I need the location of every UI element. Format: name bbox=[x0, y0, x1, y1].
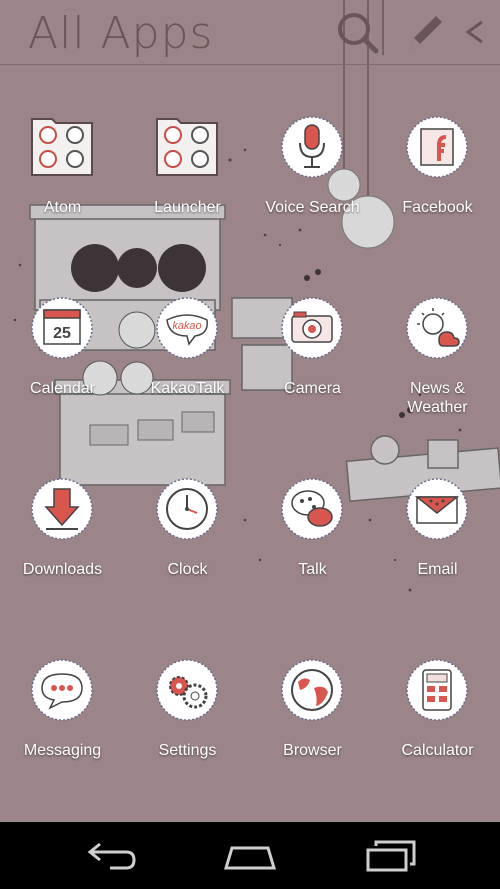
kakao-icon: kakao bbox=[155, 296, 219, 360]
app-label: Camera bbox=[284, 380, 341, 397]
clock-icon bbox=[155, 477, 219, 541]
globe-icon bbox=[280, 658, 344, 722]
app-label: Calendar bbox=[30, 380, 95, 397]
page-title: All Apps bbox=[28, 8, 214, 59]
app-atom[interactable]: Atom bbox=[0, 115, 125, 265]
speech-bubbles-icon bbox=[280, 477, 344, 541]
facebook-icon bbox=[405, 115, 469, 179]
back-button[interactable] bbox=[70, 832, 150, 880]
app-settings[interactable]: Settings bbox=[125, 658, 250, 808]
camera-icon bbox=[280, 296, 344, 360]
app-label: Launcher bbox=[154, 199, 221, 216]
kakao-wordmark: kakao bbox=[172, 320, 201, 332]
chevron-left-icon bbox=[465, 20, 483, 44]
search-icon bbox=[338, 13, 379, 54]
app-label: News & Weather bbox=[407, 380, 468, 416]
app-drawer-header: All Apps bbox=[0, 0, 500, 65]
envelope-icon bbox=[405, 477, 469, 541]
app-label: KakaoTalk bbox=[150, 380, 225, 397]
app-label: Email bbox=[417, 561, 458, 578]
app-label: Messaging bbox=[23, 742, 102, 759]
recent-apps-icon bbox=[366, 840, 416, 872]
home-button[interactable] bbox=[210, 832, 290, 880]
app-calculator[interactable]: Calculator bbox=[375, 658, 500, 808]
message-bubble-icon bbox=[30, 658, 94, 722]
app-voice-search[interactable]: Voice Search bbox=[250, 115, 375, 265]
search-button[interactable] bbox=[334, 10, 382, 56]
app-talk[interactable]: Talk bbox=[250, 477, 375, 627]
home-icon bbox=[223, 846, 277, 870]
back-arrow-icon bbox=[87, 842, 136, 870]
app-kakaotalk[interactable]: kakao KakaoTalk bbox=[125, 296, 250, 446]
app-email[interactable]: Email bbox=[375, 477, 500, 627]
app-clock[interactable]: Clock bbox=[125, 477, 250, 627]
app-messaging[interactable]: Messaging bbox=[0, 658, 125, 808]
calendar-icon: 25 bbox=[30, 296, 94, 360]
calendar-date: 25 bbox=[53, 325, 71, 342]
app-camera[interactable]: Camera bbox=[250, 296, 375, 446]
edit-button[interactable] bbox=[400, 10, 448, 56]
folder-icon bbox=[155, 115, 219, 179]
app-news-weather[interactable]: News & Weather bbox=[375, 296, 500, 446]
collapse-button[interactable] bbox=[458, 10, 492, 56]
app-label: Atom bbox=[43, 199, 82, 216]
microphone-icon bbox=[280, 115, 344, 179]
folder-icon bbox=[30, 115, 94, 179]
app-label: Calculator bbox=[401, 742, 474, 759]
pencil-icon bbox=[410, 16, 442, 50]
gears-icon bbox=[155, 658, 219, 722]
app-calendar[interactable]: 25 Calendar bbox=[0, 296, 125, 446]
calculator-icon bbox=[405, 658, 469, 722]
app-downloads[interactable]: Downloads bbox=[0, 477, 125, 627]
app-facebook[interactable]: Facebook bbox=[375, 115, 500, 265]
app-label: Settings bbox=[158, 742, 217, 759]
recent-apps-button[interactable] bbox=[350, 832, 430, 880]
app-label: Facebook bbox=[402, 199, 473, 216]
app-label: Downloads bbox=[22, 561, 103, 578]
app-browser[interactable]: Browser bbox=[250, 658, 375, 808]
app-label: Browser bbox=[283, 742, 342, 759]
app-label: Talk bbox=[298, 561, 327, 578]
app-launcher[interactable]: Launcher bbox=[125, 115, 250, 265]
weather-icon bbox=[405, 296, 469, 360]
navigation-bar bbox=[0, 822, 500, 889]
app-label: Clock bbox=[167, 561, 208, 578]
header-divider bbox=[0, 64, 500, 65]
app-label: Voice Search bbox=[265, 199, 360, 216]
download-arrow-icon bbox=[30, 477, 94, 541]
